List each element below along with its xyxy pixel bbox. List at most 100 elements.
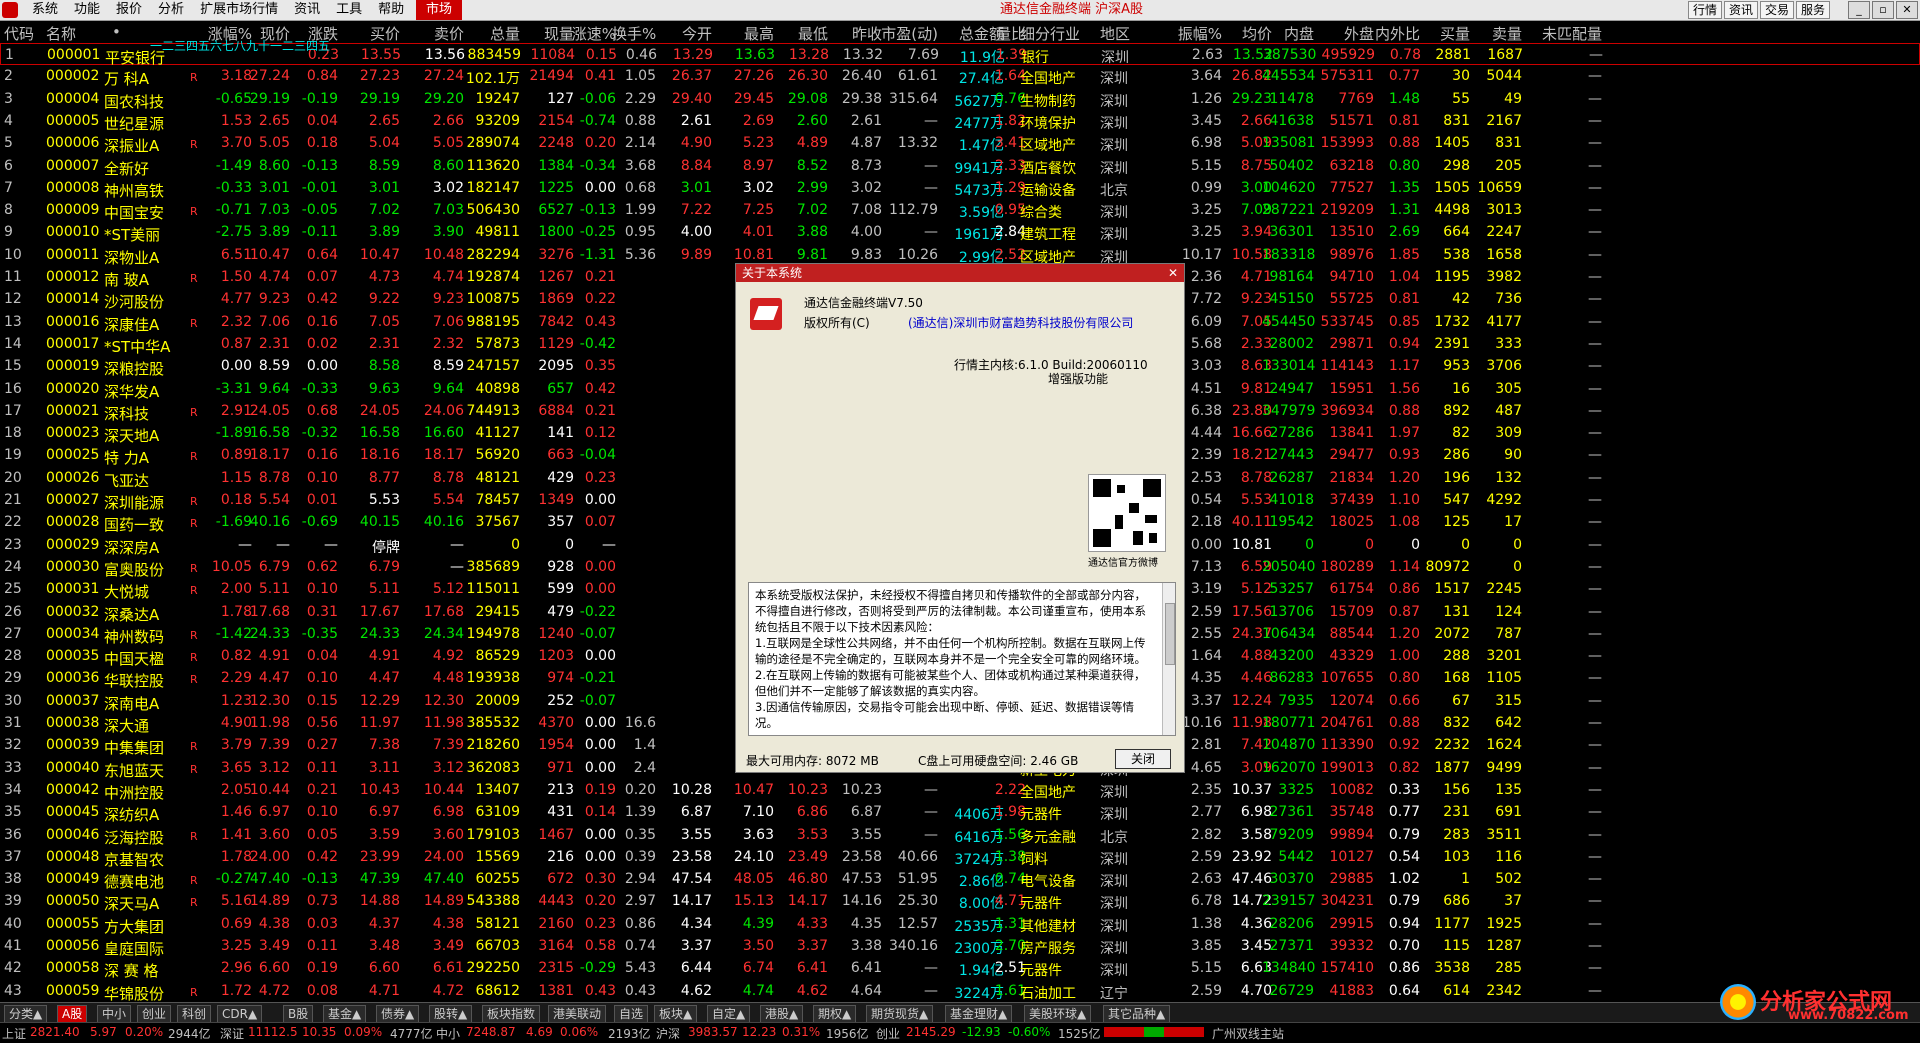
header-cell[interactable]: 涨速% [568,23,616,44]
table-row[interactable]: 7 000008 神州高铁 -0.33 3.01 -0.01 3.01 3.02 182147 1… [0,177,1920,200]
tab-item[interactable]: 板块▲ [654,1005,698,1023]
tab-item[interactable]: 科创 [177,1005,212,1023]
header-cell[interactable]: 最低 [772,23,828,44]
cell-no: 42 [4,960,22,977]
header-cell[interactable]: 名称 [46,23,106,44]
cell-price: 3.01 [258,179,290,196]
menu-item[interactable]: 系统 [24,0,66,20]
cell-out: 533745 [1320,313,1374,330]
header-cell[interactable]: 现量 [520,23,574,44]
cell-vol: 40898 [475,380,520,397]
tab-item[interactable]: 板块指数 [482,1005,541,1023]
cell-no: 39 [4,893,22,910]
table-row[interactable]: 34 000042 中洲控股 2.05 10.44 0.21 10.43 10.44 13407… [0,779,1920,802]
table-row[interactable]: 4 000005 世纪星源 1.53 2.65 0.04 2.65 2.66 93209 2154… [0,110,1920,133]
company-link[interactable]: (通达信)深圳市财富趋势科技股份有限公司 [908,314,1133,331]
menu-item[interactable]: 功能 [66,0,108,20]
legal-text-box[interactable]: 本系统受版权法保护，未经授权不得擅自拷贝和传播软件的全部或部分内容，不得擅自进行… [748,582,1176,736]
header-cell[interactable]: 未匹配量 [1522,23,1602,44]
tab-item[interactable]: CDR▲ [217,1005,263,1023]
cell-open: 29.40 [671,90,712,107]
top-button[interactable]: 交易 [1759,1,1794,19]
table-row[interactable]: 42 000058 深 赛 格 2.96 6.60 0.19 6.60 6.61 292250 2… [0,957,1920,980]
header-cell[interactable]: 代码 [4,23,34,44]
cell-bv: 82 [1452,425,1470,442]
cell-low: 8.52 [796,157,828,174]
tab-item[interactable]: 中小 [97,1005,132,1023]
tab-item[interactable]: 港美联动 [548,1005,607,1023]
cell-ind: 其他建材 [1020,918,1076,935]
tab-item[interactable]: 美股环球▲ [1024,1005,1092,1023]
header-cell[interactable]: 买量 [1420,23,1470,44]
table-row[interactable]: 2 000002 万 科A R 3.18 27.24 0.84 27.23 27.24 102.1… [0,65,1920,88]
tab-item[interactable]: 债券▲ [376,1005,420,1023]
restore-icon[interactable]: ▫ [1872,1,1894,19]
menu-item[interactable]: 分析 [150,0,192,20]
scroll-thumb[interactable] [1165,603,1175,665]
table-row[interactable]: 3 000004 国农科技 -0.65 29.19 -0.19 29.19 29.20 1924… [0,88,1920,111]
header-cell[interactable]: • [112,23,132,41]
legal-scrollbar[interactable] [1162,583,1175,735]
header-cell[interactable]: 今开 [660,23,712,44]
tab-item[interactable]: B股 [283,1005,314,1023]
cell-sv: 787 [1495,625,1522,642]
top-button[interactable]: 资讯 [1723,1,1758,19]
menu-item[interactable]: 工具 [328,0,370,20]
header-cell[interactable]: 振幅% [1160,23,1222,44]
header-cell[interactable]: 外盘 [1318,23,1374,44]
close-icon[interactable]: ✕ [1896,1,1918,19]
menu-item[interactable]: 资讯 [286,0,328,20]
tab-item[interactable]: 其它品种▲ [1103,1005,1171,1023]
table-row[interactable]: 37 000048 京基智农 1.78 24.00 0.42 23.99 24.00 15569… [0,846,1920,869]
header-cell[interactable]: 最高 [718,23,774,44]
table-row[interactable]: 35 000045 深纺织A 1.46 6.97 0.10 6.97 6.98 63109 431… [0,801,1920,824]
header-cell[interactable]: 买价 [340,23,400,44]
header-cell[interactable]: 换手% [612,23,656,44]
header-cell[interactable]: 昨收 [828,23,882,44]
table-row[interactable]: 38 000049 德赛电池 R -0.27 47.40 -0.13 47.39 47.40 60… [0,868,1920,891]
table-row[interactable]: 43 000059 华锦股份 R 1.72 4.72 0.08 4.71 4.72 68612 13… [0,980,1920,1003]
tab-item[interactable]: 自定▲ [707,1005,751,1023]
cell-name: 神州数码 [104,627,165,646]
header-cell[interactable]: 卖价 [404,23,464,44]
table-row[interactable]: 40 000055 方大集团 0.69 4.38 0.03 4.37 4.38 58121 216… [0,913,1920,936]
tab-item[interactable]: 期权▲ [813,1005,857,1023]
tab-item[interactable]: 股转▲ [429,1005,473,1023]
table-row[interactable]: 5 000006 深振业A R 3.70 5.05 0.18 5.04 5.05 289074 22… [0,132,1920,155]
tab-item[interactable]: 分类▲ [4,1005,48,1023]
tab-item[interactable]: 基金▲ [323,1005,367,1023]
table-row[interactable]: 9 000010 *ST美丽 -2.75 3.89 -0.11 3.89 3.90 49811 1… [0,221,1920,244]
minimize-icon[interactable]: _ [1848,1,1870,19]
table-row[interactable]: 8 000009 中国宝安 R -0.71 7.03 -0.05 7.02 7.03 506430… [0,199,1920,222]
top-button[interactable]: 服务 [1795,1,1830,19]
tab-item[interactable]: 自选 [614,1005,649,1023]
top-button[interactable]: 行情 [1687,1,1722,19]
market-tab[interactable]: 市场 [416,0,463,20]
cell-ask: 5.05 [432,135,464,152]
table-row[interactable]: 41 000056 皇庭国际 3.25 3.49 0.11 3.48 3.49 66703 316… [0,935,1920,958]
header-cell[interactable]: 内外比 [1370,23,1420,44]
table-row[interactable]: 6 000007 全新好 -1.49 8.60 -0.13 8.59 8.60 113620 13… [0,155,1920,178]
dialog-close-button[interactable]: 关闭 [1115,749,1171,769]
cell-spd: 0.20 [584,135,616,152]
header-cell[interactable]: 市盈(动) [880,23,938,44]
tab-item[interactable]: 基金理财▲ [945,1005,1013,1023]
tab-item[interactable]: A股 [57,1005,88,1023]
cell-sv: 1624 [1486,737,1522,754]
table-row[interactable]: 39 000050 深天马A R 5.16 14.89 0.73 14.88 14.89 5433… [0,890,1920,913]
header-cell[interactable]: 总量 [460,23,520,44]
menu-item[interactable]: 帮助 [370,0,412,20]
header-cell[interactable]: 内盘 [1262,23,1314,44]
dialog-close-icon[interactable]: ✕ [1166,266,1180,280]
tab-item[interactable]: 创业 [137,1005,172,1023]
server-name[interactable]: 广州双线主站 [1212,1025,1284,1042]
header-cell[interactable]: 卖量 [1472,23,1522,44]
menu-item[interactable]: 扩展市场行情 [192,0,286,20]
tab-item[interactable]: 期货现货▲ [866,1005,934,1023]
table-row[interactable]: 36 000046 泛海控股 R 1.41 3.60 0.05 3.59 3.60 179103 1… [0,824,1920,847]
tab-item[interactable]: 港股▲ [760,1005,804,1023]
menu-item[interactable]: 报价 [108,0,150,20]
header-cell[interactable]: 细分行业 [1020,23,1100,44]
cell-no: 11 [4,269,22,285]
header-cell[interactable]: 地区 [1100,23,1150,44]
